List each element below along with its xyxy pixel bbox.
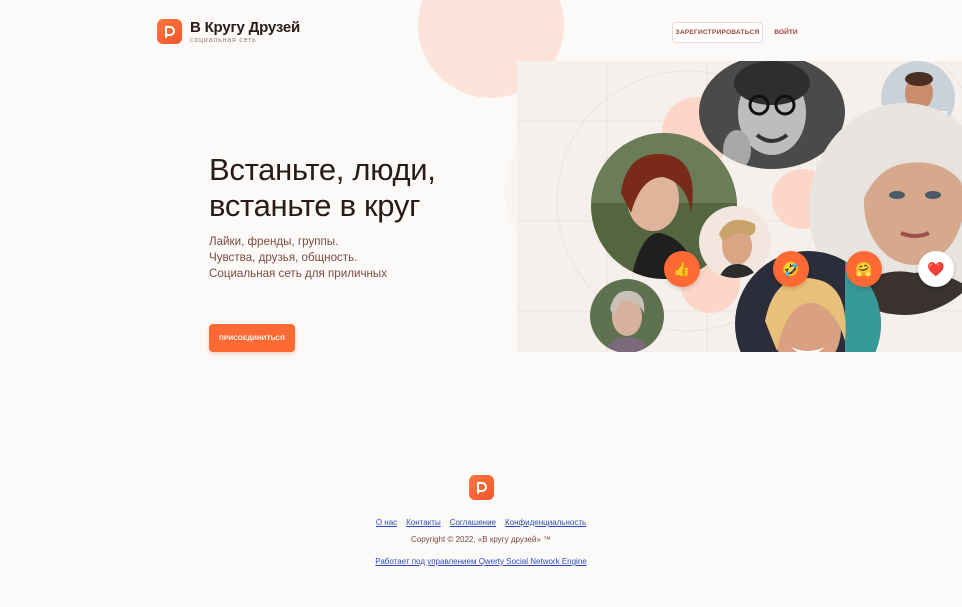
profile-photo[interactable] bbox=[590, 279, 664, 352]
site-logo[interactable]: В Кругу Друзей социальная сеть bbox=[157, 19, 300, 44]
copyright-text: Copyright © 2022, «В кругу друзей» ™ bbox=[410, 535, 552, 544]
hero-title-line: Встаньте, люди, bbox=[209, 152, 436, 187]
logo-icon bbox=[157, 19, 182, 44]
hero-line: Социальная сеть для приличных bbox=[209, 267, 388, 280]
footer-link-agreement[interactable]: Соглашение bbox=[450, 518, 496, 527]
powered-by-link[interactable]: Работает под управлением Qwerty Social N… bbox=[375, 557, 586, 566]
hero-description: Лайки, френды, группы. Чувства, друзья, … bbox=[209, 234, 387, 282]
hero-title-line: встаньте в круг bbox=[209, 188, 421, 223]
thumbs-up-icon: 👍 bbox=[664, 251, 700, 287]
hero-line: Чувства, друзья, общность. bbox=[209, 251, 358, 264]
hero-title: Встаньте, люди, встаньте в круг bbox=[209, 152, 509, 224]
register-button[interactable]: ЗАРЕГИСТРИРОВАТЬСЯ bbox=[672, 22, 763, 43]
footer-link-privacy[interactable]: Конфиденциальность bbox=[505, 518, 586, 527]
logo-title: В Кругу Друзей bbox=[190, 18, 301, 36]
join-button[interactable]: ПРИСОЕДИНИТЬСЯ bbox=[209, 324, 295, 352]
footer-logo-icon bbox=[469, 475, 494, 500]
footer-link-about[interactable]: О нас bbox=[376, 518, 397, 527]
heart-icon: ❤️ bbox=[918, 251, 954, 287]
hero-line: Лайки, френды, группы. bbox=[209, 235, 339, 248]
footer-link-contacts[interactable]: Контакты bbox=[406, 518, 441, 527]
footer-links: О нас Контакты Соглашение Конфиденциальн… bbox=[0, 518, 962, 527]
logo-subtitle: социальная сеть bbox=[190, 36, 257, 44]
hugging-face-icon: 🤗 bbox=[846, 251, 882, 287]
people-collage: 👍 🤣 🤗 ❤️ bbox=[517, 61, 962, 352]
powered-by: Работает под управлением Qwerty Social N… bbox=[0, 551, 962, 569]
laughing-face-icon: 🤣 bbox=[773, 251, 809, 287]
login-button[interactable]: ВОЙТИ bbox=[770, 22, 802, 43]
